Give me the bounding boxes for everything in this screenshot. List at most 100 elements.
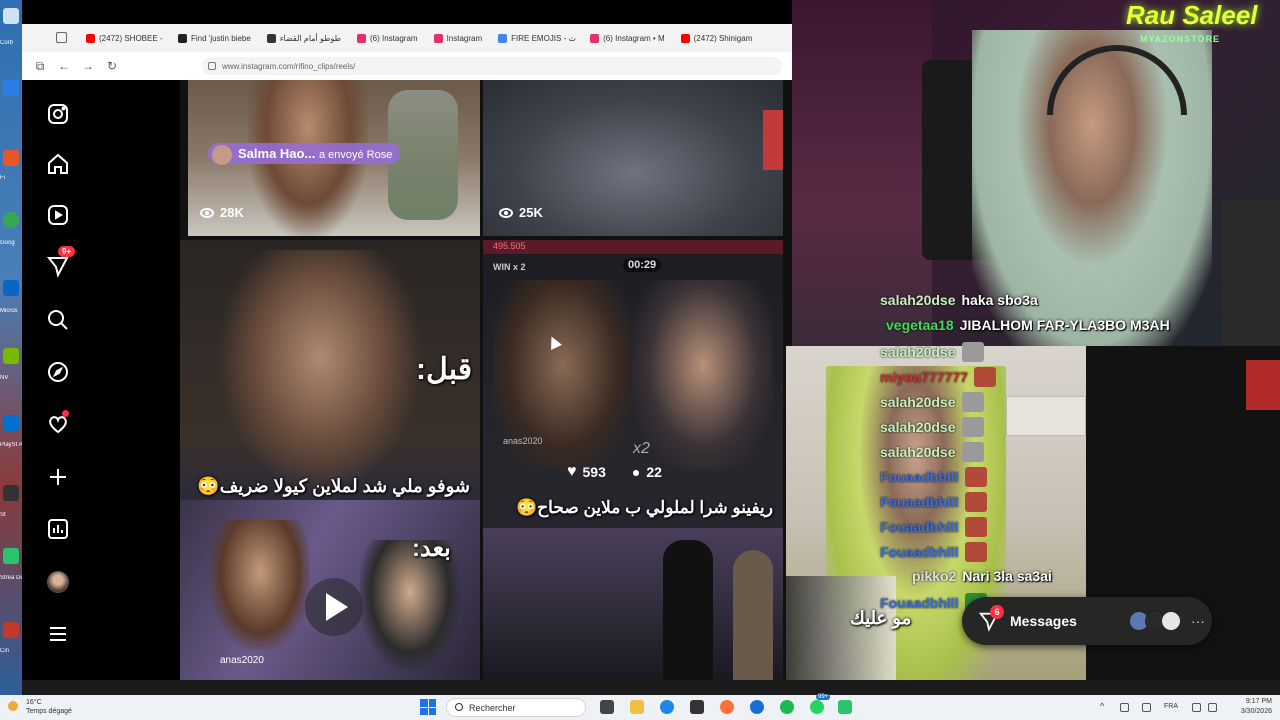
browser-tab[interactable]: طوطو أمام القضاء — [259, 24, 349, 52]
chat-message: salah20dse — [880, 392, 984, 412]
app-icon[interactable] — [750, 700, 764, 714]
desktop-app-icon[interactable] — [3, 485, 19, 501]
desktop-label: Corb — [0, 40, 14, 46]
news-favicon-icon — [266, 33, 276, 43]
browser-tab[interactable]: (2472) Shinigam — [673, 24, 761, 52]
browser-tab[interactable]: FIRE EMOJIS - ث — [490, 24, 582, 52]
nvidia-icon[interactable] — [3, 348, 19, 364]
instagram-logo-icon[interactable] — [44, 100, 72, 128]
profile-avatar[interactable] — [44, 568, 72, 596]
chat-username[interactable]: pikko2 — [912, 568, 956, 584]
chat-emote-icon — [964, 467, 987, 487]
firefox-icon[interactable] — [720, 700, 734, 714]
taskbar-search[interactable]: Rechercher — [446, 698, 586, 717]
edge-icon[interactable] — [660, 700, 674, 714]
desktop-app-icon[interactable] — [3, 622, 19, 638]
chat-username[interactable]: salah20dse — [880, 344, 956, 360]
create-plus-icon[interactable] — [44, 463, 72, 491]
reel-tile[interactable]: 25K — [483, 80, 783, 236]
refresh-icon[interactable]: ↻ — [100, 54, 124, 78]
desktop-label: Goog — [0, 240, 15, 246]
chat-username[interactable]: miyou777777 — [880, 369, 968, 385]
chat-username[interactable]: Fouaadbhlll — [880, 469, 959, 485]
weather-sun-icon — [8, 701, 18, 711]
chrome-icon[interactable] — [3, 212, 19, 228]
chat-username[interactable]: Fouaadbhlll — [880, 544, 959, 560]
avatar — [212, 145, 232, 165]
clock[interactable]: 9:17 PM 3/30/2026 — [1241, 697, 1272, 717]
chat-emote-icon — [961, 392, 984, 412]
url-field[interactable]: www.instagram.com/rifino_clips/reels/ — [202, 57, 782, 75]
more-dots-icon[interactable]: ··· — [1191, 613, 1205, 629]
dashboard-icon[interactable] — [44, 515, 72, 543]
chat-username[interactable]: salah20dse — [880, 444, 956, 460]
reel-tile[interactable]: 495.505 WIN x 2 00:29 x2 anas2020 ♥ 593 … — [483, 240, 783, 680]
browser-tab[interactable]: Instagram — [426, 24, 491, 52]
chat-emote-icon — [961, 442, 984, 462]
more-menu-icon[interactable] — [44, 620, 72, 648]
desktop-label: Strea De — [0, 575, 22, 581]
language-indicator[interactable]: FRA — [1164, 703, 1178, 710]
streamlabs-icon[interactable] — [838, 700, 852, 714]
desktop-label: PlaySt Acce — [0, 442, 22, 448]
messages-bar[interactable]: 6 Messages ··· — [962, 597, 1212, 645]
chat-username[interactable]: vegetaa18 — [886, 317, 954, 333]
direct-messages-icon[interactable]: 9+ — [44, 246, 76, 280]
new-tab-icon[interactable]: ⧉ — [28, 54, 52, 78]
windows-start-icon[interactable] — [420, 699, 436, 715]
chat-username[interactable]: salah20dse — [880, 292, 956, 308]
network-icon[interactable] — [1192, 703, 1201, 712]
chat-emote-icon — [964, 542, 987, 562]
store-icon[interactable] — [690, 700, 704, 714]
tray-icon[interactable] — [1120, 703, 1129, 712]
notification-badge: 6 — [990, 605, 1004, 619]
playstation-icon[interactable] — [3, 415, 19, 431]
task-view-icon[interactable] — [600, 700, 614, 714]
chat-username[interactable]: salah20dse — [880, 419, 956, 435]
browser-tab[interactable]: Find 'justin biebe — [170, 24, 259, 52]
weather-desc: Temps dégagé — [26, 708, 72, 715]
view-count: 28K — [200, 205, 244, 220]
forward-arrow-icon[interactable]: → — [76, 54, 100, 78]
spotify-icon[interactable] — [780, 700, 794, 714]
whatsapp-icon[interactable]: 99+ — [810, 694, 831, 714]
browser-tab[interactable]: (2472) SHOBEE - — [78, 24, 170, 52]
desktop-app-icon[interactable] — [3, 80, 19, 96]
search-icon[interactable] — [44, 306, 72, 334]
chat-message: salah20dse — [880, 417, 984, 437]
home-icon[interactable] — [44, 150, 72, 178]
live-battle-header: 495.505 — [483, 240, 783, 254]
site-info-icon[interactable] — [208, 62, 216, 70]
heart-icon: ♥ — [567, 463, 577, 480]
browser-tab[interactable]: (6) Instagram — [349, 24, 426, 52]
microphone-icon[interactable] — [1142, 703, 1151, 712]
chat-message: salah20dse — [880, 342, 984, 362]
recycle-bin-icon[interactable] — [3, 8, 19, 24]
google-favicon-icon — [498, 33, 508, 43]
reel-tile[interactable]: Salma Hao... a envoyé Rose 28K — [188, 80, 480, 236]
desktop-app-icon[interactable] — [3, 150, 19, 166]
chat-username[interactable]: Fouaadbhlll — [880, 519, 959, 535]
reel-tile[interactable]: قبل: شوفو ملي شد لملاين كيولا ضريف😳 بعد:… — [180, 240, 480, 680]
play-button[interactable] — [305, 578, 363, 636]
reel-thumbnail — [663, 540, 713, 680]
back-arrow-icon[interactable]: ← — [52, 54, 76, 78]
chat-username[interactable]: salah20dse — [880, 394, 956, 410]
chat-username[interactable]: Fouaadbhlll — [880, 595, 959, 611]
browser-tab[interactable]: (6) Instagram • M — [582, 24, 672, 52]
streamlabs-icon[interactable] — [3, 548, 19, 564]
reels-icon[interactable] — [44, 201, 72, 229]
weather-widget[interactable]: 16°C Temps dégagé — [26, 698, 72, 716]
taskbar: 16°C Temps dégagé Rechercher 99+ ^ FRA 9… — [0, 694, 1280, 720]
file-explorer-icon[interactable] — [630, 700, 644, 714]
explore-icon[interactable] — [44, 358, 72, 386]
chevron-up-icon[interactable]: ^ — [1100, 701, 1104, 711]
chat-username[interactable]: Fouaadbhlll — [880, 494, 959, 510]
notifications-heart-icon[interactable] — [44, 410, 72, 438]
volume-icon[interactable] — [1208, 703, 1217, 712]
tab-label: (6) Instagram — [369, 33, 418, 43]
tab-actions-icon[interactable] — [56, 32, 67, 43]
microsoft-icon[interactable] — [3, 280, 19, 296]
chat-text: JIBALHOM FAR-YLA3BO M3AH — [959, 317, 1170, 333]
instagram-favicon-icon — [433, 33, 443, 43]
